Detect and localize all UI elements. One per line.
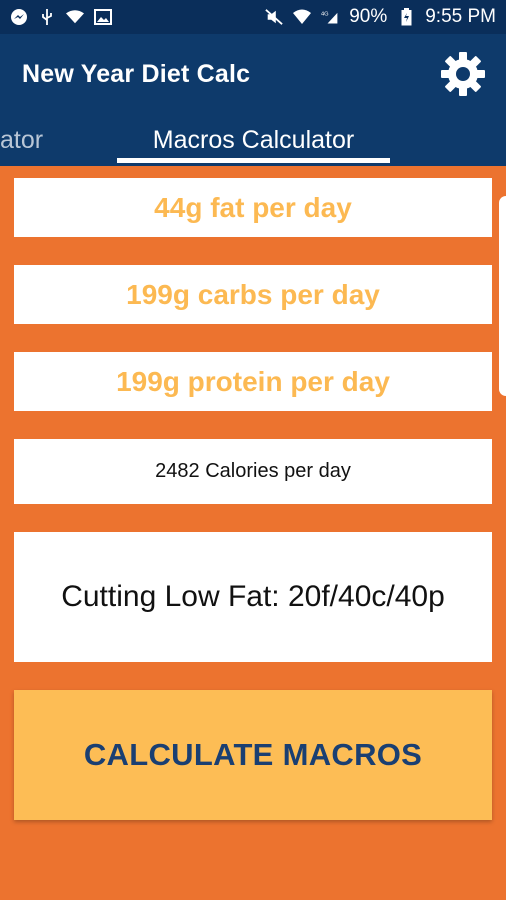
fat-result: 44g fat per day [14,178,492,237]
battery-icon [397,8,415,26]
app-title: New Year Diet Calc [22,59,251,88]
diet-plan-selector[interactable]: Cutting Low Fat: 20f/40c/40p [14,532,492,662]
carbs-result: 199g carbs per day [14,265,492,324]
signal-icon: 4G [321,8,339,26]
image-icon [94,8,112,26]
wifi-calling-icon [293,8,312,26]
svg-text:4G: 4G [321,11,329,17]
status-right: 4G 90% 9:55 PM [265,6,496,28]
tab-previous[interactable]: ator [0,114,43,166]
usb-icon [38,8,56,26]
tab-indicator [117,158,390,163]
mute-icon [265,8,283,26]
wifi-icon [66,8,84,26]
calculate-macros-button[interactable]: CALCULATE MACROS [14,690,492,820]
battery-percent: 90% [349,6,388,27]
calories-result: 2482 Calories per day [14,439,492,504]
status-left [10,8,112,26]
clock: 9:55 PM [425,6,496,27]
messenger-icon [10,8,28,26]
protein-result: 199g protein per day [14,352,492,411]
adjacent-page-edge [499,196,506,396]
app-bar: New Year Diet Calc [0,34,506,114]
status-bar: 4G 90% 9:55 PM [0,0,506,34]
gear-icon[interactable] [438,49,488,99]
